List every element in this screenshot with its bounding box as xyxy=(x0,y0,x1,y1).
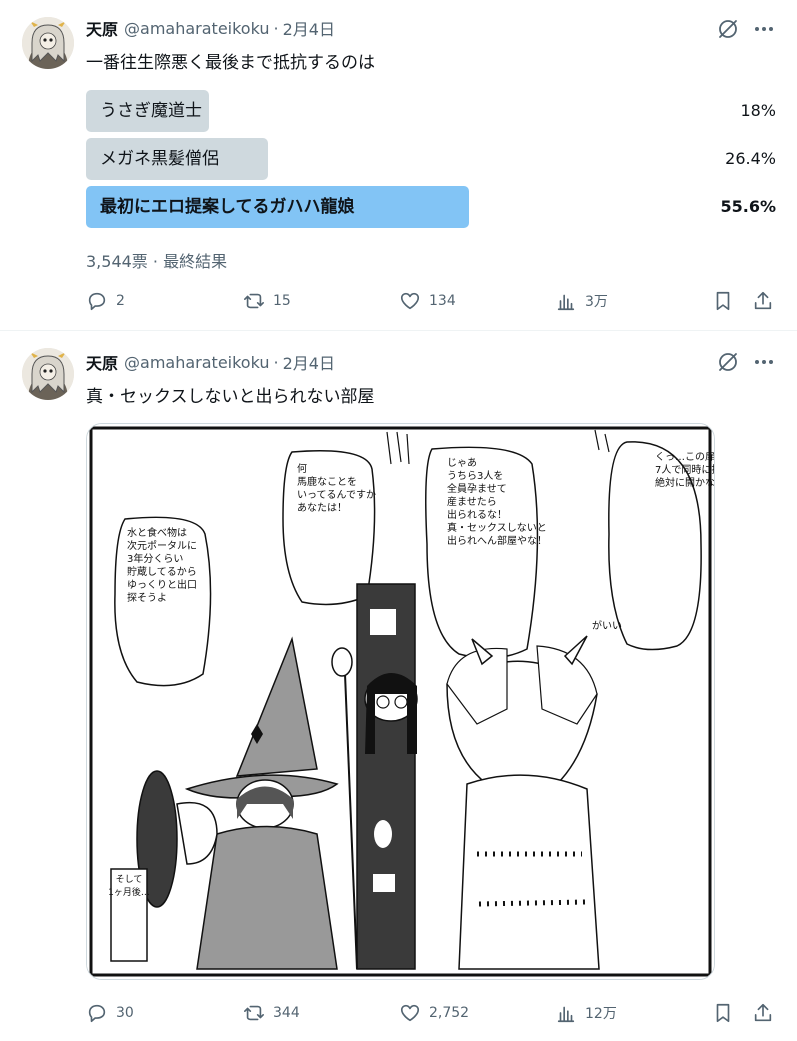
bookmark-button[interactable] xyxy=(712,289,734,313)
comic-illustration: そして1ヶ月後… くっ…この扉の術式7人で同時に押さないと絶対に開かないぞ… じ… xyxy=(87,424,714,979)
comic-text-line: 全員孕ませて xyxy=(447,482,507,495)
reply-icon xyxy=(88,1004,106,1023)
poll-option-percent: 26.4% xyxy=(725,149,776,168)
author-handle[interactable]: @amaharateikoku xyxy=(124,19,269,38)
poll-option-label: メガネ黒髪僧侶 xyxy=(100,149,219,169)
comic-text-line: 真・セックスしないと xyxy=(447,521,547,534)
comic-sfx: がいい xyxy=(592,619,622,632)
repost-icon xyxy=(244,1005,264,1021)
comic-text-line: 次元ポータルに xyxy=(127,539,197,552)
comic-text-line: 探そうよ xyxy=(127,591,167,604)
views-icon xyxy=(557,1006,575,1023)
separator: · xyxy=(273,18,279,38)
comic-text-line: うちら3人を xyxy=(447,470,503,482)
poll-option-label: 最初にエロ提案してるガハハ龍娘 xyxy=(100,197,355,217)
repost-icon xyxy=(244,293,264,309)
comic-text-line: 3年分くらい xyxy=(127,552,183,565)
views-button[interactable]: 3万 xyxy=(555,289,608,313)
like-count: 2,752 xyxy=(429,1005,470,1021)
poll-votes: 3,544票 xyxy=(86,252,148,271)
views-count: 3万 xyxy=(585,294,608,310)
reply-count: 2 xyxy=(116,293,125,309)
action-bar: 30 344 2,752 12万 xyxy=(86,1001,776,1025)
poll-option-winner: 最初にエロ提案してるガハハ龍娘 55.6% xyxy=(86,186,776,228)
reply-button[interactable]: 2 xyxy=(86,289,125,313)
like-count: 134 xyxy=(429,293,456,309)
comic-text-line: 絶対に開かないぞ… xyxy=(655,476,714,489)
author-name[interactable]: 天原 xyxy=(86,16,118,40)
like-icon xyxy=(400,292,420,310)
grok-icon[interactable] xyxy=(716,17,740,41)
comic-text-line: 7人で同時に押さないと xyxy=(655,463,714,476)
repost-button[interactable]: 344 xyxy=(243,1001,300,1025)
poll-option: うさぎ魔道士 18% xyxy=(86,90,776,132)
poll-status: 最終結果 xyxy=(163,252,228,271)
views-icon xyxy=(557,294,575,311)
bookmark-icon xyxy=(716,1003,730,1023)
comic-text-line: 馬鹿なことを xyxy=(297,475,357,488)
post-text: 真・セックスしないと出られない部屋 xyxy=(86,387,375,407)
comic-text-line: そして xyxy=(116,874,143,885)
comic-text-line: あなたは！ xyxy=(297,502,347,514)
comic-text-line: ゆっくりと出口 xyxy=(127,578,197,591)
repost-count: 15 xyxy=(273,293,291,309)
poll-option-percent: 55.6% xyxy=(720,197,776,216)
post-date[interactable]: 2月4日 xyxy=(283,350,335,374)
comic-text-line: 出られへん部屋やな！ xyxy=(447,534,547,547)
more-icon[interactable] xyxy=(752,350,776,374)
share-button[interactable] xyxy=(752,289,774,313)
post-1[interactable]: 天原 @amaharateikoku · 2月4日 一番往生際悪く最後まで抵抗す… xyxy=(0,0,797,330)
views-count: 12万 xyxy=(585,1006,617,1022)
comic-text-line: じゃあ xyxy=(447,457,477,469)
poll-meta: 3,544票 · 最終結果 xyxy=(86,248,227,272)
avatar[interactable] xyxy=(22,17,74,69)
comic-text-line: いってるんですか xyxy=(297,489,376,501)
poll-option-percent: 18% xyxy=(740,101,776,120)
views-button[interactable]: 12万 xyxy=(555,1001,617,1025)
share-icon xyxy=(754,1003,772,1022)
comic-text-line: 何 xyxy=(297,462,307,475)
avatar[interactable] xyxy=(22,348,74,400)
reply-count: 30 xyxy=(116,1005,134,1021)
action-bar: 2 15 134 3万 xyxy=(86,289,776,313)
repost-count: 344 xyxy=(273,1005,300,1021)
comic-text-line: 貯蔵してるから xyxy=(127,565,197,578)
post-header: 天原 @amaharateikoku · 2月4日 xyxy=(86,350,335,374)
repost-button[interactable]: 15 xyxy=(243,289,291,313)
comic-text-line: くっ…この扉の術式 xyxy=(655,450,714,463)
comic-text-line: 産ませたら xyxy=(447,495,497,508)
post-header: 天原 @amaharateikoku · 2月4日 xyxy=(86,16,335,40)
share-icon xyxy=(754,291,772,310)
author-handle[interactable]: @amaharateikoku xyxy=(124,353,269,372)
like-button[interactable]: 2,752 xyxy=(399,1001,469,1025)
comic-text-line: 出られるな！ xyxy=(447,508,507,521)
author-name[interactable]: 天原 xyxy=(86,350,118,374)
grok-icon[interactable] xyxy=(716,350,740,374)
poll-option-label: うさぎ魔道士 xyxy=(100,101,202,121)
share-button[interactable] xyxy=(752,1001,774,1025)
bookmark-icon xyxy=(716,291,730,311)
more-icon[interactable] xyxy=(752,17,776,41)
comic-text-right: くっ…この扉の術式7人で同時に押さないと絶対に開かないぞ… xyxy=(655,450,714,489)
like-button[interactable]: 134 xyxy=(399,289,456,313)
bookmark-button[interactable] xyxy=(712,1001,734,1025)
comic-text-line: 1ヶ月後… xyxy=(108,886,150,898)
poll-option: メガネ黒髪僧侶 26.4% xyxy=(86,138,776,180)
separator: · xyxy=(152,252,158,271)
like-icon xyxy=(400,1004,420,1022)
post-image[interactable]: そして1ヶ月後… くっ…この扉の術式7人で同時に押さないと絶対に開かないぞ… じ… xyxy=(86,423,715,980)
comic-text-line: 水と食べ物は xyxy=(127,526,187,539)
post-text: 一番往生際悪く最後まで抵抗するのは xyxy=(86,53,375,73)
post-date[interactable]: 2月4日 xyxy=(283,16,335,40)
reply-button[interactable]: 30 xyxy=(86,1001,134,1025)
separator: · xyxy=(273,352,279,372)
reply-icon xyxy=(88,292,106,311)
